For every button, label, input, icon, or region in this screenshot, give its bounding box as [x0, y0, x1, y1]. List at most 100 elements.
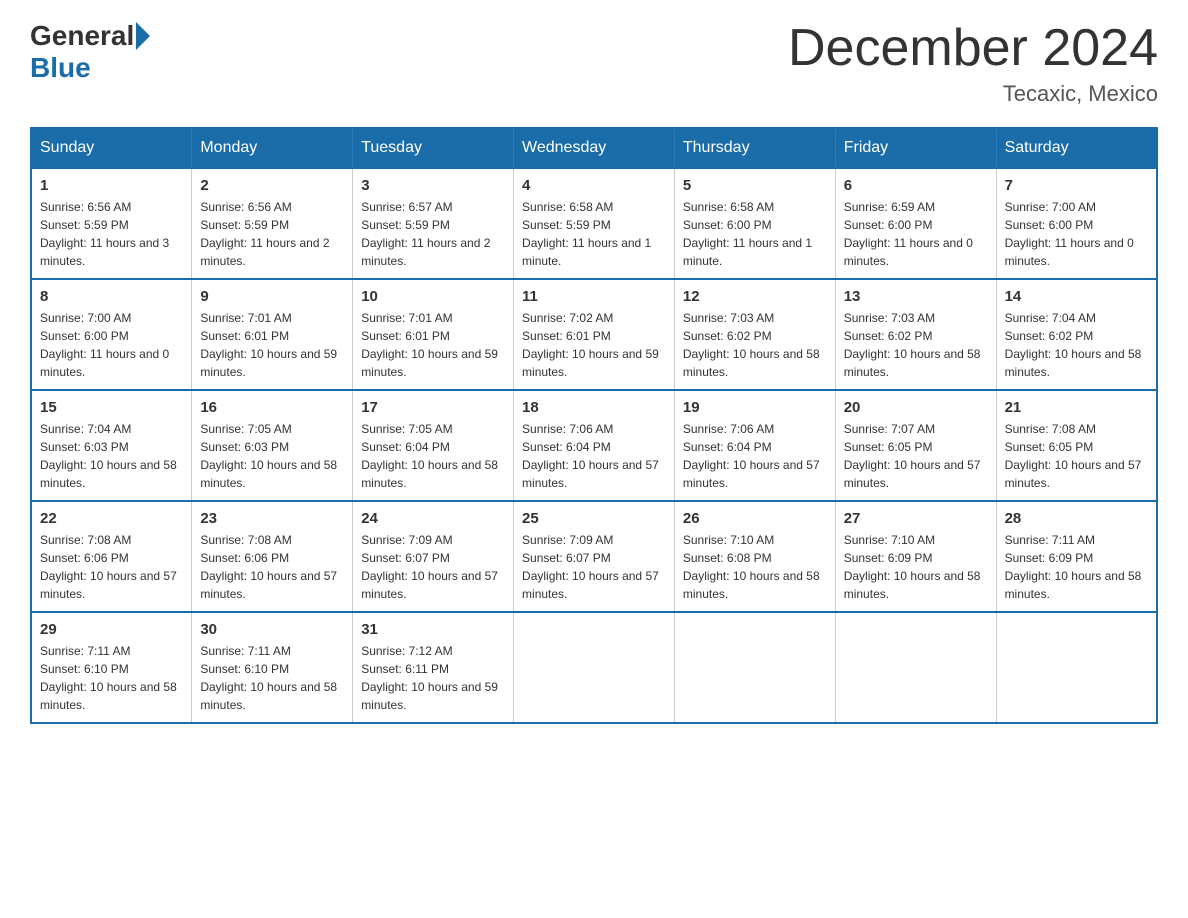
day-info: Sunrise: 7:09 AM Sunset: 6:07 PM Dayligh…	[522, 531, 666, 603]
day-number: 19	[683, 399, 827, 416]
day-info: Sunrise: 6:56 AM Sunset: 5:59 PM Dayligh…	[200, 198, 344, 270]
calendar-day-cell: 11 Sunrise: 7:02 AM Sunset: 6:01 PM Dayl…	[514, 279, 675, 390]
calendar-day-cell: 31 Sunrise: 7:12 AM Sunset: 6:11 PM Dayl…	[353, 612, 514, 723]
calendar-day-cell: 23 Sunrise: 7:08 AM Sunset: 6:06 PM Dayl…	[192, 501, 353, 612]
day-number: 12	[683, 288, 827, 305]
day-number: 20	[844, 399, 988, 416]
calendar-day-cell: 18 Sunrise: 7:06 AM Sunset: 6:04 PM Dayl…	[514, 390, 675, 501]
day-info: Sunrise: 7:10 AM Sunset: 6:08 PM Dayligh…	[683, 531, 827, 603]
day-number: 8	[40, 288, 183, 305]
day-number: 25	[522, 510, 666, 527]
calendar-day-cell: 20 Sunrise: 7:07 AM Sunset: 6:05 PM Dayl…	[835, 390, 996, 501]
day-info: Sunrise: 7:07 AM Sunset: 6:05 PM Dayligh…	[844, 420, 988, 492]
day-of-week-header: Thursday	[674, 128, 835, 168]
calendar-week-row: 1 Sunrise: 6:56 AM Sunset: 5:59 PM Dayli…	[31, 168, 1157, 279]
calendar-day-cell	[674, 612, 835, 723]
day-of-week-header: Sunday	[31, 128, 192, 168]
day-of-week-header: Tuesday	[353, 128, 514, 168]
day-info: Sunrise: 7:11 AM Sunset: 6:10 PM Dayligh…	[40, 642, 183, 714]
calendar-day-cell: 26 Sunrise: 7:10 AM Sunset: 6:08 PM Dayl…	[674, 501, 835, 612]
calendar-table: SundayMondayTuesdayWednesdayThursdayFrid…	[30, 127, 1158, 724]
day-of-week-header: Saturday	[996, 128, 1157, 168]
day-number: 3	[361, 177, 505, 194]
calendar-day-cell: 24 Sunrise: 7:09 AM Sunset: 6:07 PM Dayl…	[353, 501, 514, 612]
day-info: Sunrise: 6:59 AM Sunset: 6:00 PM Dayligh…	[844, 198, 988, 270]
day-info: Sunrise: 7:03 AM Sunset: 6:02 PM Dayligh…	[844, 309, 988, 381]
location-text: Tecaxic, Mexico	[788, 81, 1158, 107]
day-info: Sunrise: 7:11 AM Sunset: 6:09 PM Dayligh…	[1005, 531, 1148, 603]
day-info: Sunrise: 7:04 AM Sunset: 6:02 PM Dayligh…	[1005, 309, 1148, 381]
calendar-header-row: SundayMondayTuesdayWednesdayThursdayFrid…	[31, 128, 1157, 168]
day-info: Sunrise: 7:04 AM Sunset: 6:03 PM Dayligh…	[40, 420, 183, 492]
month-title: December 2024	[788, 20, 1158, 77]
day-number: 30	[200, 621, 344, 638]
calendar-day-cell: 16 Sunrise: 7:05 AM Sunset: 6:03 PM Dayl…	[192, 390, 353, 501]
calendar-week-row: 22 Sunrise: 7:08 AM Sunset: 6:06 PM Dayl…	[31, 501, 1157, 612]
day-info: Sunrise: 7:05 AM Sunset: 6:03 PM Dayligh…	[200, 420, 344, 492]
day-info: Sunrise: 7:01 AM Sunset: 6:01 PM Dayligh…	[200, 309, 344, 381]
calendar-day-cell	[514, 612, 675, 723]
day-number: 18	[522, 399, 666, 416]
calendar-week-row: 15 Sunrise: 7:04 AM Sunset: 6:03 PM Dayl…	[31, 390, 1157, 501]
day-number: 31	[361, 621, 505, 638]
calendar-day-cell: 25 Sunrise: 7:09 AM Sunset: 6:07 PM Dayl…	[514, 501, 675, 612]
calendar-day-cell: 15 Sunrise: 7:04 AM Sunset: 6:03 PM Dayl…	[31, 390, 192, 501]
calendar-day-cell: 4 Sunrise: 6:58 AM Sunset: 5:59 PM Dayli…	[514, 168, 675, 279]
day-number: 26	[683, 510, 827, 527]
calendar-day-cell: 2 Sunrise: 6:56 AM Sunset: 5:59 PM Dayli…	[192, 168, 353, 279]
calendar-day-cell: 30 Sunrise: 7:11 AM Sunset: 6:10 PM Dayl…	[192, 612, 353, 723]
day-number: 15	[40, 399, 183, 416]
day-number: 2	[200, 177, 344, 194]
day-info: Sunrise: 7:10 AM Sunset: 6:09 PM Dayligh…	[844, 531, 988, 603]
calendar-day-cell: 17 Sunrise: 7:05 AM Sunset: 6:04 PM Dayl…	[353, 390, 514, 501]
calendar-day-cell: 3 Sunrise: 6:57 AM Sunset: 5:59 PM Dayli…	[353, 168, 514, 279]
day-info: Sunrise: 6:57 AM Sunset: 5:59 PM Dayligh…	[361, 198, 505, 270]
calendar-day-cell: 14 Sunrise: 7:04 AM Sunset: 6:02 PM Dayl…	[996, 279, 1157, 390]
calendar-week-row: 8 Sunrise: 7:00 AM Sunset: 6:00 PM Dayli…	[31, 279, 1157, 390]
calendar-day-cell: 28 Sunrise: 7:11 AM Sunset: 6:09 PM Dayl…	[996, 501, 1157, 612]
logo-blue-text: Blue	[30, 52, 91, 84]
day-info: Sunrise: 7:06 AM Sunset: 6:04 PM Dayligh…	[683, 420, 827, 492]
calendar-day-cell: 9 Sunrise: 7:01 AM Sunset: 6:01 PM Dayli…	[192, 279, 353, 390]
day-number: 5	[683, 177, 827, 194]
calendar-day-cell: 12 Sunrise: 7:03 AM Sunset: 6:02 PM Dayl…	[674, 279, 835, 390]
logo: General Blue	[30, 20, 152, 84]
day-info: Sunrise: 7:08 AM Sunset: 6:06 PM Dayligh…	[40, 531, 183, 603]
day-info: Sunrise: 7:05 AM Sunset: 6:04 PM Dayligh…	[361, 420, 505, 492]
calendar-day-cell: 7 Sunrise: 7:00 AM Sunset: 6:00 PM Dayli…	[996, 168, 1157, 279]
day-number: 13	[844, 288, 988, 305]
calendar-day-cell	[996, 612, 1157, 723]
day-info: Sunrise: 7:06 AM Sunset: 6:04 PM Dayligh…	[522, 420, 666, 492]
logo-arrow-icon	[136, 22, 150, 50]
day-info: Sunrise: 7:08 AM Sunset: 6:05 PM Dayligh…	[1005, 420, 1148, 492]
day-number: 22	[40, 510, 183, 527]
calendar-day-cell: 27 Sunrise: 7:10 AM Sunset: 6:09 PM Dayl…	[835, 501, 996, 612]
calendar-day-cell: 6 Sunrise: 6:59 AM Sunset: 6:00 PM Dayli…	[835, 168, 996, 279]
day-number: 21	[1005, 399, 1148, 416]
day-info: Sunrise: 6:58 AM Sunset: 6:00 PM Dayligh…	[683, 198, 827, 270]
day-number: 17	[361, 399, 505, 416]
calendar-day-cell: 1 Sunrise: 6:56 AM Sunset: 5:59 PM Dayli…	[31, 168, 192, 279]
day-number: 14	[1005, 288, 1148, 305]
day-info: Sunrise: 7:09 AM Sunset: 6:07 PM Dayligh…	[361, 531, 505, 603]
day-number: 10	[361, 288, 505, 305]
day-info: Sunrise: 7:12 AM Sunset: 6:11 PM Dayligh…	[361, 642, 505, 714]
day-info: Sunrise: 7:11 AM Sunset: 6:10 PM Dayligh…	[200, 642, 344, 714]
calendar-day-cell: 19 Sunrise: 7:06 AM Sunset: 6:04 PM Dayl…	[674, 390, 835, 501]
calendar-day-cell: 5 Sunrise: 6:58 AM Sunset: 6:00 PM Dayli…	[674, 168, 835, 279]
day-number: 11	[522, 288, 666, 305]
day-info: Sunrise: 7:08 AM Sunset: 6:06 PM Dayligh…	[200, 531, 344, 603]
day-number: 27	[844, 510, 988, 527]
day-info: Sunrise: 6:58 AM Sunset: 5:59 PM Dayligh…	[522, 198, 666, 270]
day-number: 4	[522, 177, 666, 194]
day-number: 6	[844, 177, 988, 194]
calendar-day-cell: 8 Sunrise: 7:00 AM Sunset: 6:00 PM Dayli…	[31, 279, 192, 390]
day-number: 16	[200, 399, 344, 416]
day-number: 9	[200, 288, 344, 305]
day-number: 28	[1005, 510, 1148, 527]
day-number: 29	[40, 621, 183, 638]
calendar-week-row: 29 Sunrise: 7:11 AM Sunset: 6:10 PM Dayl…	[31, 612, 1157, 723]
calendar-day-cell: 10 Sunrise: 7:01 AM Sunset: 6:01 PM Dayl…	[353, 279, 514, 390]
day-number: 23	[200, 510, 344, 527]
page-header: General Blue December 2024 Tecaxic, Mexi…	[30, 20, 1158, 107]
